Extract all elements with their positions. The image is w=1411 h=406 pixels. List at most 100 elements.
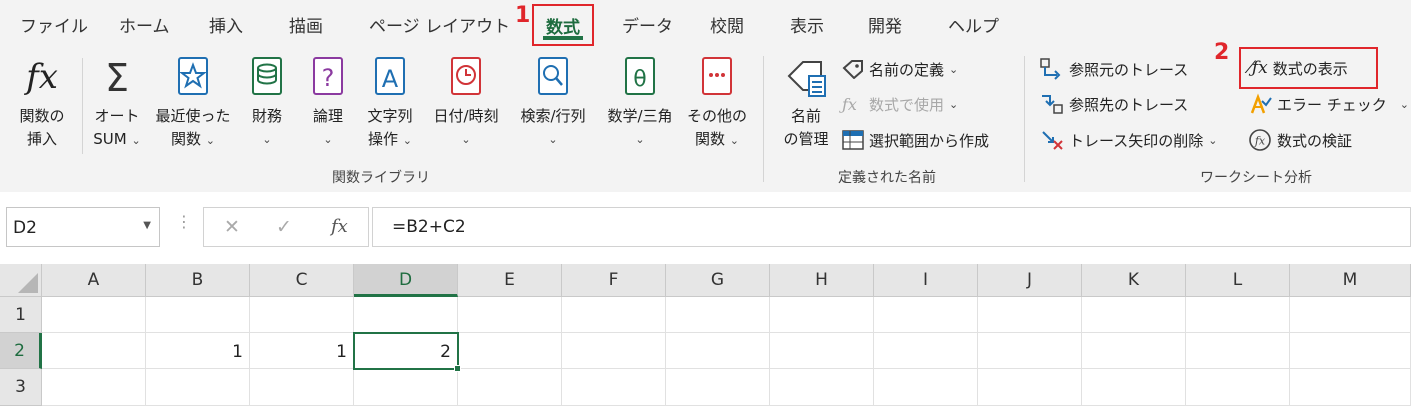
column-header-e[interactable]: E [458,264,562,297]
cell-l3[interactable] [1186,369,1290,406]
tab-help[interactable]: ヘルプ [948,12,999,37]
name-box[interactable]: D2 ▼ [6,207,160,247]
separator [763,56,764,182]
cell-f1[interactable] [562,297,666,333]
show-formulas-button[interactable]: ⁄ƒx 数式の表示 [1239,47,1378,89]
tab-page-layout[interactable]: ページ レイアウト [369,12,510,37]
cell-h2[interactable] [770,333,874,369]
column-header-j[interactable]: J [978,264,1082,297]
tab-file[interactable]: ファイル [20,12,88,37]
formula-bar-buttons: ✕ ✓ fx [203,207,369,247]
cell-c3[interactable] [250,369,354,406]
cell-e3[interactable] [458,369,562,406]
cell-i3[interactable] [874,369,978,406]
dropdown-arrow-icon[interactable]: ▼ [143,220,151,231]
cell-m2[interactable] [1290,333,1411,369]
cell-i2[interactable] [874,333,978,369]
column-header-b[interactable]: B [146,264,250,297]
trace-precedents-button[interactable]: 参照元のトレース [1040,56,1188,82]
cell-l1[interactable] [1186,297,1290,333]
lookup-button[interactable]: 検索/行列 ⌄ [510,56,596,151]
column-header-c[interactable]: C [250,264,354,297]
cell-b3[interactable] [146,369,250,406]
financial-button[interactable]: 財務 ⌄ [238,56,296,151]
row-header-1[interactable]: 1 [0,297,42,333]
cell-a3[interactable] [42,369,146,406]
tab-insert[interactable]: 挿入 [209,12,243,37]
cell-m1[interactable] [1290,297,1411,333]
column-header-d[interactable]: D [354,264,458,297]
coins-book-icon [252,57,282,95]
cell-j3[interactable] [978,369,1082,406]
tab-data[interactable]: データ [622,12,673,37]
cell-g1[interactable] [666,297,770,333]
cell-h1[interactable] [770,297,874,333]
cell-m3[interactable] [1290,369,1411,406]
cell-k1[interactable] [1082,297,1186,333]
cell-l2[interactable] [1186,333,1290,369]
sigma-icon: Σ [104,56,129,100]
tab-formulas[interactable]: 数式 [532,4,594,46]
tab-developer[interactable]: 開発 [868,12,902,37]
create-from-selection-button[interactable]: 選択範囲から作成 [842,127,989,153]
recent-functions-button[interactable]: 最近使った 関数 ⌄ [150,56,236,152]
column-header-k[interactable]: K [1082,264,1186,297]
letter-book-icon: A [375,57,405,95]
column-header-f[interactable]: F [562,264,666,297]
cell-g3[interactable] [666,369,770,406]
tab-view[interactable]: 表示 [790,12,824,37]
cell-c1[interactable] [250,297,354,333]
cell-i1[interactable] [874,297,978,333]
cell-k3[interactable] [1082,369,1186,406]
formula-input[interactable]: =B2+C2 [372,207,1411,247]
text-functions-button[interactable]: A 文字列 操作 ⌄ [358,56,422,152]
column-header-a[interactable]: A [42,264,146,297]
cell-g2[interactable] [666,333,770,369]
remove-arrows-button[interactable]: トレース矢印の削除 ⌄ [1040,127,1217,153]
group-label-function-library: 関数ライブラリ [332,170,430,186]
cancel-icon[interactable]: ✕ [224,216,240,238]
column-header-l[interactable]: L [1186,264,1290,297]
evaluate-formula-button[interactable]: fx 数式の検証 [1248,127,1352,153]
logical-button[interactable]: ? 論理 ⌄ [300,56,356,151]
cell-a1[interactable] [42,297,146,333]
cell-f3[interactable] [562,369,666,406]
select-all-corner[interactable] [0,264,42,297]
column-header-g[interactable]: G [666,264,770,297]
tab-draw[interactable]: 描画 [289,12,323,37]
row-header-3[interactable]: 3 [0,369,42,406]
cell-h3[interactable] [770,369,874,406]
cell-d3[interactable] [354,369,458,406]
separator [82,58,83,154]
cell-e2[interactable] [458,333,562,369]
cell-f2[interactable] [562,333,666,369]
cell-j1[interactable] [978,297,1082,333]
more-functions-button[interactable]: その他の 関数 ⌄ [684,56,750,152]
insert-function-button[interactable]: fx 関数の 挿入 [8,56,76,151]
cell-b1[interactable] [146,297,250,333]
datetime-button[interactable]: 日付/時刻 ⌄ [424,56,508,151]
cell-j2[interactable] [978,333,1082,369]
define-name-button[interactable]: 名前の定義 ⌄ [842,56,958,82]
fill-handle[interactable] [454,365,461,372]
cell-d1[interactable] [354,297,458,333]
name-manager-button[interactable]: 名前 の管理 [776,56,836,151]
autosum-button[interactable]: Σ オート SUM ⌄ [86,56,148,152]
cell-a2[interactable] [42,333,146,369]
use-in-formula-button[interactable]: ƒx 数式で使用 ⌄ [842,91,958,117]
math-trig-button[interactable]: θ 数学/三角 ⌄ [598,56,682,151]
error-checking-button[interactable]: エラー チェック ⌄ [1248,91,1409,117]
tab-review[interactable]: 校閲 [710,12,744,37]
cell-b2[interactable]: 1 [146,333,250,369]
enter-check-icon[interactable]: ✓ [276,216,292,238]
column-header-m[interactable]: M [1290,264,1411,297]
tab-home[interactable]: ホーム [119,12,170,37]
column-header-i[interactable]: I [874,264,978,297]
cell-e1[interactable] [458,297,562,333]
trace-dependents-button[interactable]: 参照先のトレース [1040,91,1188,117]
cell-k2[interactable] [1082,333,1186,369]
insert-function-fx-icon[interactable]: fx [331,216,348,237]
column-header-h[interactable]: H [770,264,874,297]
cell-c2[interactable]: 1 [250,333,354,369]
row-header-2[interactable]: 2 [0,333,42,369]
